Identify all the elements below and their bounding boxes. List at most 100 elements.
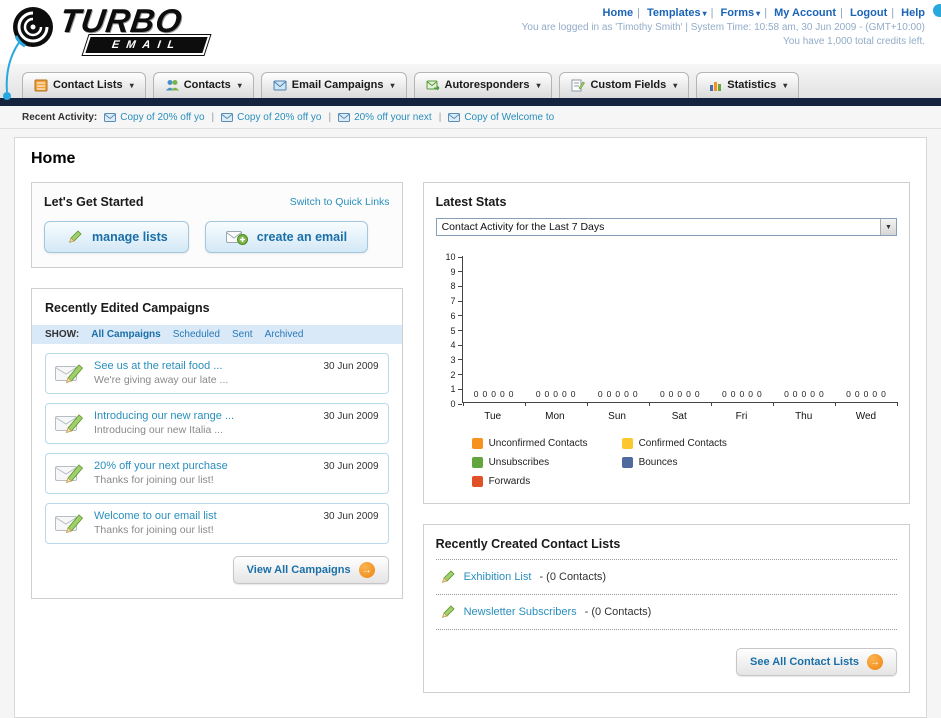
stats-period-select[interactable]: Contact Activity for the Last 7 Days ▼ xyxy=(435,218,897,236)
chart-y-axis: 10 9 8 7 6 5 4 3 2 1 0 xyxy=(436,252,462,409)
x-axis-label: Sun xyxy=(608,411,626,422)
y-tick-label: 4 xyxy=(451,340,462,350)
y-tick-label: 3 xyxy=(451,355,462,365)
campaign-title-link[interactable]: 20% off your next purchase xyxy=(94,460,228,472)
chart-value-label: 0 xyxy=(722,389,727,399)
x-axis-label: Fri xyxy=(735,411,748,422)
envelope-pencil-icon xyxy=(55,364,84,384)
link-separator: | xyxy=(710,7,714,19)
chart-value-label: 0 xyxy=(863,389,869,399)
envelope-pencil-icon xyxy=(55,414,84,434)
campaign-item: Welcome to our email list Thanks for joi… xyxy=(45,503,389,544)
x-axis-tick xyxy=(648,402,650,406)
chart-legend: Unconfirmed Contacts Confirmed Contacts Un… xyxy=(471,438,897,487)
nav-tab-autoresponders[interactable]: Autoresponders ▾ xyxy=(413,72,553,98)
chart-value-label: 0 xyxy=(508,389,514,399)
custom-fields-icon xyxy=(571,79,586,92)
activity-link[interactable]: 20% off your next xyxy=(354,112,432,123)
recently-edited-campaigns-panel: Recently Edited Campaigns SHOW: All Camp… xyxy=(31,288,403,599)
caret-down-icon: ▾ xyxy=(756,9,761,18)
show-label: SHOW: xyxy=(45,329,80,340)
envelope-plus-icon xyxy=(225,231,248,245)
nav-tab-contacts[interactable]: Contacts ▾ xyxy=(152,72,254,98)
nav-tab-email-campaigns[interactable]: Email Campaigns ▾ xyxy=(260,72,407,98)
chart-value-label: 0 xyxy=(801,389,807,399)
legend-item: Confirmed Contacts xyxy=(621,438,772,449)
pencil-icon xyxy=(68,230,82,243)
x-axis-tick xyxy=(524,402,526,406)
manage-lists-button[interactable]: manage lists xyxy=(44,221,189,253)
logo-banner: EMAIL xyxy=(82,35,211,55)
x-axis-tick xyxy=(897,402,898,406)
legend-item: Bounces xyxy=(621,457,772,468)
legend-label: Forwards xyxy=(488,476,531,487)
navy-divider-bar xyxy=(0,98,941,106)
activity-link[interactable]: Copy of Welcome to xyxy=(464,112,554,123)
y-tick-label: 8 xyxy=(451,281,462,291)
switch-to-quick-links[interactable]: Switch to Quick Links xyxy=(290,196,390,208)
contact-list-item: Newsletter Subscribers - (0 Contacts) xyxy=(435,594,897,630)
envelope-icon xyxy=(338,112,351,122)
top-link-logout[interactable]: Logout xyxy=(850,7,887,19)
envelope-icon xyxy=(448,112,461,122)
legend-label: Bounces xyxy=(638,457,678,468)
contact-list-link[interactable]: Exhibition List xyxy=(464,571,532,583)
filter-scheduled[interactable]: Scheduled xyxy=(173,329,220,340)
campaign-title-link[interactable]: Welcome to our email list xyxy=(94,510,217,522)
x-axis-label: Wed xyxy=(855,411,877,422)
chart-value-label: 0 xyxy=(846,389,851,399)
y-tick-label: 5 xyxy=(451,326,462,336)
x-axis-label: Mon xyxy=(545,411,565,422)
turbo-swirl-icon xyxy=(13,7,53,48)
filter-sent[interactable]: Sent xyxy=(232,329,253,340)
chart-value-label: 0 xyxy=(499,389,505,399)
email-campaigns-icon xyxy=(273,80,287,91)
filter-archived[interactable]: Archived xyxy=(265,329,304,340)
campaign-subtitle: Introducing our new Italia ... xyxy=(94,424,223,436)
chart-value-label: 0 xyxy=(659,389,665,399)
contact-list-item: Exhibition List - (0 Contacts) xyxy=(435,559,897,594)
chart-value-label: 0 xyxy=(739,389,745,399)
chart-value-label: 0 xyxy=(606,389,612,399)
envelope-pencil-icon xyxy=(55,514,84,534)
top-link-forms[interactable]: Forms ▾ xyxy=(721,7,761,19)
nav-tab-statistics[interactable]: Statistics ▾ xyxy=(696,72,800,98)
nav-tab-custom-fields[interactable]: Custom Fields ▾ xyxy=(559,72,690,98)
see-all-contact-lists-button[interactable]: See All Contact Lists → xyxy=(735,648,897,676)
contact-list-link[interactable]: Newsletter Subscribers xyxy=(464,606,577,618)
top-link-templates[interactable]: Templates ▾ xyxy=(647,7,707,19)
contact-list-count: - (0 Contacts) xyxy=(539,571,607,583)
filter-all-campaigns[interactable]: All Campaigns xyxy=(91,329,160,340)
chart-value-label: 0 xyxy=(730,389,736,399)
caret-down-icon: ▾ xyxy=(783,80,788,90)
activity-separator: | xyxy=(328,111,332,123)
chart-value-label: 0 xyxy=(756,389,762,399)
top-link-help[interactable]: Help xyxy=(901,7,925,19)
chart-value-group: 00000 xyxy=(773,389,835,399)
page-title: Home xyxy=(31,150,76,167)
chart-x-labels: Tue Mon Sun Sat Fri Thu Wed xyxy=(462,411,897,422)
chart-value-label: 0 xyxy=(473,389,479,399)
x-axis-tick xyxy=(586,402,588,406)
chart-value-group: 00000 xyxy=(525,389,587,399)
campaign-title-link[interactable]: Introducing our new range ... xyxy=(94,410,234,422)
y-tick-label: 10 xyxy=(446,252,462,262)
chart-value-group: 00000 xyxy=(463,389,525,399)
caret-down-icon: ▾ xyxy=(390,80,395,90)
top-link-my-account[interactable]: My Account xyxy=(774,7,836,19)
nav-tab-contact-lists[interactable]: Contact Lists ▾ xyxy=(22,72,146,98)
chart-value-label: 0 xyxy=(686,389,691,399)
create-email-button[interactable]: create an email xyxy=(204,221,369,253)
chart-value-label: 0 xyxy=(810,389,815,399)
campaign-date: 30 Jun 2009 xyxy=(323,411,379,422)
y-tick-label: 9 xyxy=(451,267,462,277)
campaign-subtitle: Thanks for joining our list! xyxy=(94,524,214,536)
activity-link[interactable]: Copy of 20% off yo xyxy=(237,112,321,123)
activity-link[interactable]: Copy of 20% off yo xyxy=(120,112,204,123)
campaign-title-link[interactable]: See us at the retail food ... xyxy=(94,360,228,372)
left-column: Let's Get Started Switch to Quick Links … xyxy=(31,182,403,599)
view-all-campaigns-button[interactable]: View All Campaigns → xyxy=(232,556,389,584)
chart-value-label: 0 xyxy=(694,389,700,399)
app-logo[interactable]: TURBO EMAIL xyxy=(10,2,250,55)
top-link-home[interactable]: Home xyxy=(603,7,634,19)
